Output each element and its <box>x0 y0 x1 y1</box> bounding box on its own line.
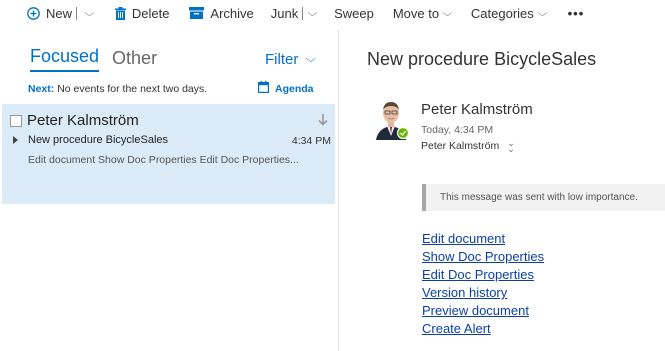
archive-label: Archive <box>210 5 254 21</box>
new-button[interactable]: New ⌵ <box>27 0 95 26</box>
message-sender: Peter Kalmström <box>27 112 139 129</box>
message-time: 4:34 PM <box>291 135 331 147</box>
delete-label: Delete <box>131 5 170 21</box>
move-to-label: Move to <box>392 5 440 21</box>
tab-other[interactable]: Other <box>112 48 157 72</box>
importance-banner: This message was sent with low importanc… <box>422 184 665 211</box>
pane-divider <box>338 30 339 351</box>
chevron-down-icon: ⌵ <box>442 7 453 18</box>
filter-label: Filter <box>265 51 299 68</box>
recipients-row: Peter Kalmström ⌄ ⌄ <box>421 139 515 154</box>
more-icon: ••• <box>567 5 585 21</box>
chevron-down-icon: ⌵ <box>305 54 317 65</box>
calendar-icon <box>258 81 270 96</box>
message-list-pane: Focused Other Filter ⌵ Next: No events f… <box>0 30 335 351</box>
categories-label: Categories <box>470 5 534 21</box>
trash-icon <box>114 6 126 20</box>
edit-doc-properties-link[interactable]: Edit Doc Properties <box>422 266 544 284</box>
avatar[interactable] <box>374 98 410 140</box>
sweep-button[interactable]: Sweep <box>334 0 374 26</box>
version-history-link[interactable]: Version history <box>422 284 544 302</box>
agenda-button[interactable]: Agenda <box>258 81 314 96</box>
create-alert-link[interactable]: Create Alert <box>422 320 544 338</box>
split-divider <box>76 6 78 20</box>
edit-document-link[interactable]: Edit document <box>422 230 544 248</box>
tab-focused[interactable]: Focused <box>30 46 100 72</box>
archive-button[interactable]: Archive <box>189 0 254 26</box>
sweep-label: Sweep <box>334 5 374 21</box>
recipient[interactable]: Peter Kalmström <box>421 140 499 152</box>
presence-check-icon <box>396 126 410 140</box>
categories-button[interactable]: Categories ⌵ <box>470 0 547 26</box>
show-doc-properties-link[interactable]: Show Doc Properties <box>422 248 544 266</box>
agenda-label: Agenda <box>275 82 314 95</box>
expand-icon[interactable]: ⌄ ⌄ <box>507 139 515 154</box>
chevron-down-icon: ⌵ <box>537 7 547 18</box>
expand-conversation-icon[interactable] <box>13 136 18 144</box>
junk-button[interactable]: Junk ⌵ <box>270 0 318 26</box>
archive-icon <box>189 7 205 19</box>
message-subject: New procedure BicycleSales <box>28 134 169 146</box>
junk-label: Junk <box>270 5 299 21</box>
download-arrow-icon[interactable] <box>318 114 328 130</box>
delete-button[interactable]: Delete <box>114 0 170 26</box>
reading-sender[interactable]: Peter Kalmström <box>421 101 533 118</box>
reading-subject: New procedure BicycleSales <box>367 49 597 69</box>
list-item[interactable]: Peter Kalmström New procedure BicycleSal… <box>2 104 335 204</box>
plus-circle-icon <box>27 6 40 20</box>
filter-button[interactable]: Filter ⌵ <box>265 51 317 68</box>
next-events-text: No events for the next two days. <box>57 83 208 95</box>
split-divider <box>302 6 304 20</box>
inbox-pivot: Focused Other <box>30 46 157 72</box>
next-events-row: Next: No events for the next two days. <box>28 83 207 95</box>
reading-date: Today, 4:34 PM <box>421 124 494 136</box>
more-button[interactable]: ••• <box>568 0 585 26</box>
chevron-down-icon[interactable]: ⌵ <box>308 8 318 19</box>
select-checkbox[interactable] <box>10 115 22 127</box>
message-preview: Edit document Show Doc Properties Edit D… <box>28 154 299 166</box>
move-to-button[interactable]: Move to ⌵ <box>392 0 453 26</box>
preview-document-link[interactable]: Preview document <box>422 302 544 320</box>
message-body-links: Edit document Show Doc Properties Edit D… <box>422 230 544 338</box>
next-label: Next: <box>28 83 55 95</box>
command-bar: New ⌵ Delete Archive Junk ⌵ Sweep Move t… <box>0 0 665 26</box>
chevron-down-icon[interactable]: ⌵ <box>85 8 95 19</box>
new-label: New <box>46 5 73 21</box>
